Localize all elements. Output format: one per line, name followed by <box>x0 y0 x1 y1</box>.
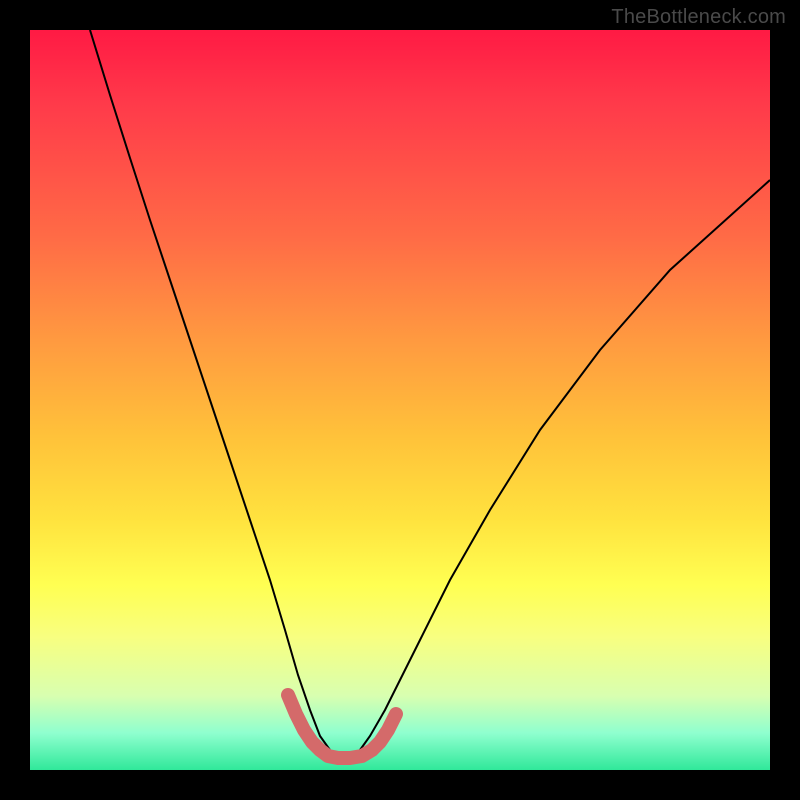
outer-frame: TheBottleneck.com <box>0 0 800 800</box>
gradient-plot-area <box>30 30 770 770</box>
watermark-text: TheBottleneck.com <box>611 6 786 29</box>
bottom-marker <box>288 695 396 758</box>
curve-layer <box>30 30 770 770</box>
bottleneck-curve <box>90 30 770 758</box>
